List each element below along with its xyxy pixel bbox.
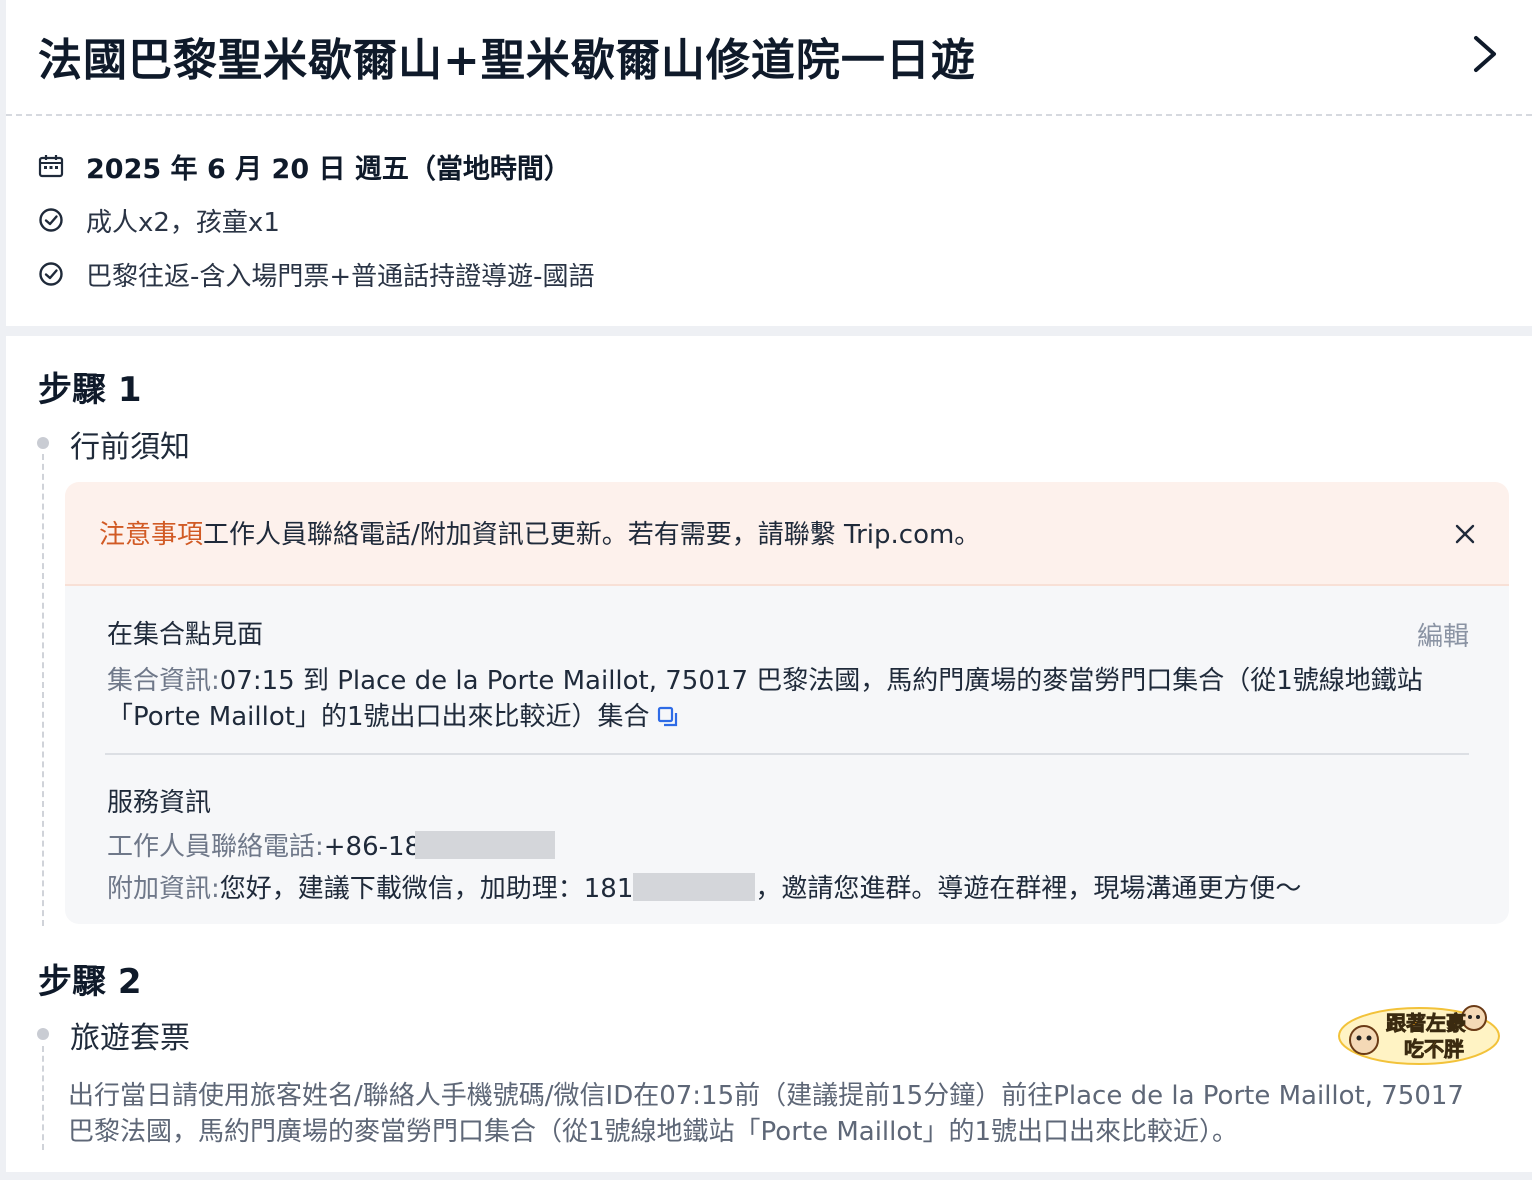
steps-card: 步驟 1 行前須知 注意事項工作人員聯絡電話/附加資訊已更新。若有需要，請聯繫 … — [6, 336, 1532, 1172]
pax-text: 成人x2，孩童x1 — [86, 207, 280, 238]
step2-desc-line2: 巴黎法國，馬約門廣場的麥當勞門口集合（從1號線地鐵站「Porte Maillot… — [68, 1117, 1239, 1147]
step2-title: 步驟 2 — [38, 962, 142, 1002]
meeting-info-text2: 「Porte Maillot」的1號出口出來比較近）集合 — [107, 702, 650, 732]
svg-text:吃不胖: 吃不胖 — [1404, 1037, 1464, 1061]
watermark-logo: 跟著左豪 吃不胖 — [1338, 1005, 1500, 1065]
step1-title: 步驟 1 — [38, 370, 142, 410]
meeting-info-line1: 集合資訊:07:15 到 Place de la Porte Maillot, … — [107, 660, 1423, 697]
meeting-info-text1: 07:15 到 Place de la Porte Maillot, 75017… — [219, 666, 1423, 696]
phone-label: 工作人員聯絡電話: — [107, 832, 324, 862]
timeline-line — [42, 1046, 44, 1150]
close-icon[interactable] — [1453, 522, 1477, 546]
service-phone-row: 工作人員聯絡電話:+86-18 — [107, 826, 556, 863]
notice-message: 工作人員聯絡電話/附加資訊已更新。若有需要，請聯繫 Trip.com。 — [203, 520, 981, 550]
extra-label: 附加資訊: — [107, 874, 220, 904]
notice-banner: 注意事項工作人員聯絡電話/附加資訊已更新。若有需要，請聯繫 Trip.com。 — [65, 482, 1509, 586]
step1-subtitle: 行前須知 — [70, 430, 190, 465]
notice-highlight: 注意事項 — [99, 520, 204, 550]
calendar-icon — [38, 155, 64, 178]
meeting-heading: 在集合點見面 — [107, 620, 264, 650]
meeting-info-line2: 「Porte Maillot」的1號出口出來比較近）集合 — [107, 696, 679, 733]
step2-desc-line1: 出行當日請使用旅客姓名/聯絡人手機號碼/微信ID在07:15前（建議提前15分鐘… — [68, 1081, 1464, 1111]
page-title: 法國巴黎聖米歇爾山+聖米歇爾山修道院一日遊 — [38, 35, 976, 86]
package-line: 巴黎往返-含入場門票+普通話持證導遊-國語 — [38, 254, 595, 294]
redacted-mask — [633, 873, 756, 901]
notice-text: 注意事項工作人員聯絡電話/附加資訊已更新。若有需要，請聯繫 Trip.com。 — [99, 514, 980, 551]
date-text: 2025 年 6 月 20 日 週五（當地時間） — [86, 153, 571, 185]
pax-line: 成人x2，孩童x1 — [38, 200, 280, 240]
timeline-dot — [37, 437, 49, 449]
svg-text:跟著左豪: 跟著左豪 — [1386, 1011, 1466, 1035]
package-text: 巴黎往返-含入場門票+普通話持證導遊-國語 — [86, 261, 595, 292]
timeline-line — [42, 454, 44, 926]
divider — [105, 753, 1469, 755]
copy-icon[interactable] — [657, 706, 679, 728]
extra-value-start: 您好，建議下載微信，加助理：181 — [219, 874, 634, 904]
meeting-panel: 在集合點見面 編輯 集合資訊:07:15 到 Place de la Porte… — [65, 586, 1509, 924]
meeting-info-label: 集合資訊: — [107, 666, 220, 696]
edit-button[interactable]: 編輯 — [1417, 616, 1469, 653]
title-row[interactable]: 法國巴黎聖米歇爾山+聖米歇爾山修道院一日遊 — [6, 0, 1532, 116]
extra-value-end: ，邀請您進群。導遊在群裡，現場溝通更方便～ — [755, 874, 1302, 904]
step2-subtitle: 旅遊套票 — [70, 1021, 190, 1056]
service-extra-row: 附加資訊:您好，建議下載微信，加助理：181 ，邀請您進群。導遊在群裡，現場溝通更… — [107, 868, 1301, 905]
check-circle-icon — [39, 262, 63, 286]
order-summary-card: 法國巴黎聖米歇爾山+聖米歇爾山修道院一日遊 2025 年 6 月 20 日 週五… — [6, 0, 1532, 326]
check-circle-icon — [39, 208, 63, 232]
redacted-mask — [415, 831, 556, 859]
date-line: 2025 年 6 月 20 日 週五（當地時間） — [38, 146, 571, 186]
chevron-right-icon[interactable] — [1466, 34, 1502, 74]
service-heading: 服務資訊 — [107, 788, 212, 818]
timeline-dot — [37, 1028, 49, 1040]
phone-value: +86-18 — [323, 832, 422, 862]
